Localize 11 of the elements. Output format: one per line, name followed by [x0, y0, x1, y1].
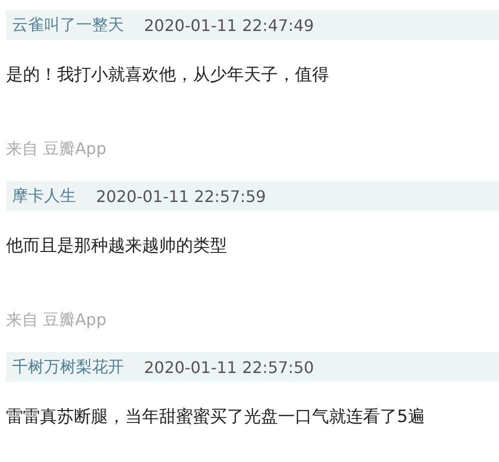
- comment-text: 他而且是那种越来越帅的类型: [6, 235, 228, 258]
- author-name[interactable]: 千树万树梨花开: [12, 356, 124, 378]
- comment-time: 2020-01-11 22:57:59: [96, 186, 266, 206]
- comment-text: 雷雷真苏断腿，当年甜蜜蜜买了光盘一口气就连看了5遍: [6, 406, 426, 429]
- comment-text: 是的！我打小就喜欢他，从少年天子，值得: [6, 64, 330, 87]
- author-name[interactable]: 云雀叫了一整天: [12, 14, 124, 36]
- author-name[interactable]: 摩卡人生: [12, 186, 76, 206]
- comment-time: 2020-01-11 22:47:49: [144, 16, 314, 34]
- comment-source: 来自 豆瓣App: [6, 309, 108, 331]
- comment-time: 2020-01-11 22:57:50: [144, 358, 314, 376]
- comment-source: 来自 豆瓣App: [6, 138, 108, 160]
